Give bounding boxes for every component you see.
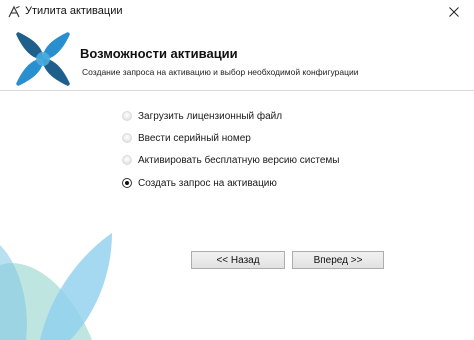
option-activate-free-version[interactable]: Активировать бесплатную версию системы	[122, 152, 339, 168]
option-label: Создать запрос на активацию	[138, 177, 277, 189]
radio-button-unchecked[interactable]	[122, 155, 132, 165]
close-button[interactable]	[434, 0, 474, 24]
radio-button-unchecked[interactable]	[122, 133, 132, 143]
option-load-license-file[interactable]: Загрузить лицензионный файл	[122, 108, 282, 124]
window-title: Утилита активации	[25, 5, 123, 17]
radio-button-checked[interactable]	[122, 178, 132, 188]
page-title: Возможности активации	[80, 46, 238, 61]
page-subtitle: Создание запроса на активацию и выбор не…	[82, 67, 359, 77]
back-button[interactable]: << Назад	[191, 251, 285, 269]
option-label: Активировать бесплатную версию системы	[138, 154, 340, 166]
close-icon	[449, 7, 459, 17]
activation-utility-icon	[7, 5, 21, 19]
option-create-activation-request[interactable]: Создать запрос на активацию	[122, 175, 277, 191]
title-bar: Утилита активации	[0, 0, 474, 24]
header-divider	[0, 90, 474, 91]
option-label: Ввести серийный номер	[138, 132, 251, 144]
next-button[interactable]: Вперед >>	[292, 251, 384, 269]
option-enter-serial-number[interactable]: Ввести серийный номер	[122, 130, 251, 146]
option-label: Загрузить лицензионный файл	[138, 110, 283, 122]
cross-leaf-logo	[10, 26, 76, 92]
radio-button-unchecked[interactable]	[122, 111, 132, 121]
wizard-header: Возможности активации Создание запроса н…	[0, 24, 474, 90]
decorative-leaf-graphic	[0, 225, 120, 340]
